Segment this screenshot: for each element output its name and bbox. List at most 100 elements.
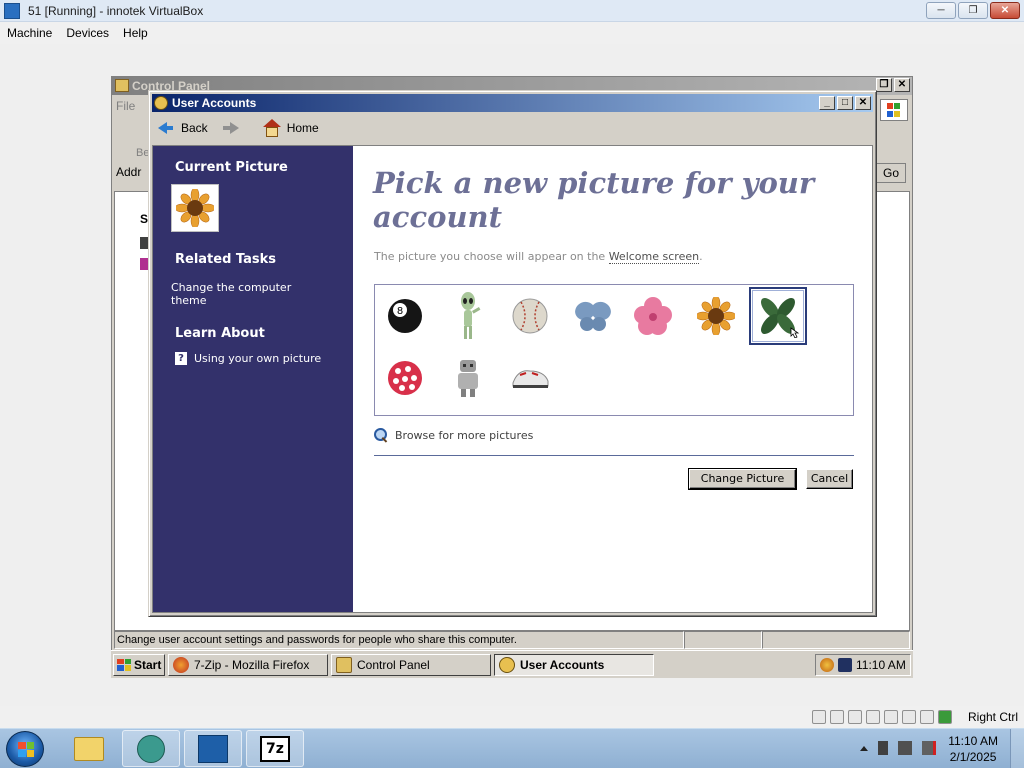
- forward-arrow-icon[interactable]: [222, 122, 239, 134]
- vbox-statusbar: Right Ctrl: [0, 706, 1024, 728]
- virtualbox-icon: [4, 2, 20, 19]
- taskbar-7zip[interactable]: 7z: [246, 730, 304, 767]
- volume-muted-icon[interactable]: [922, 741, 936, 755]
- system-clock[interactable]: 11:10 AM 2/1/2025: [948, 733, 998, 765]
- network-icon[interactable]: [898, 741, 912, 755]
- taskbar-user-accounts[interactable]: User Accounts: [494, 653, 654, 676]
- sneaker-icon: [512, 370, 549, 388]
- cp-go-button[interactable]: Go: [876, 163, 906, 183]
- network-tray-icon[interactable]: [838, 658, 852, 672]
- welcome-screen-link[interactable]: Welcome screen: [608, 250, 700, 264]
- control-panel-icon: [115, 79, 129, 92]
- ua-body: Current Picture Related Tasks Change the…: [152, 145, 873, 613]
- floppy-status-icon[interactable]: [848, 710, 862, 724]
- ua-sidebar: Current Picture Related Tasks Change the…: [153, 146, 353, 612]
- windows-flag-icon: [117, 658, 131, 671]
- action-center-flag-icon[interactable]: [878, 741, 888, 755]
- picture-flower[interactable]: [624, 287, 682, 345]
- cd-status-icon[interactable]: [830, 710, 844, 724]
- sevenzip-icon: 7z: [260, 735, 290, 762]
- user-accounts-icon: [499, 656, 515, 673]
- cp-status-seg: [762, 631, 910, 649]
- ua-maximize-button[interactable]: □: [837, 96, 853, 110]
- using-own-picture-link[interactable]: ? Using your own picture: [175, 352, 321, 365]
- dragon-icon: [137, 734, 165, 763]
- page-heading: Pick a new picture for your account: [373, 166, 815, 234]
- virtualbox-icon: [198, 734, 228, 763]
- svg-text:8: 8: [397, 306, 403, 317]
- search-tray-icon[interactable]: [820, 658, 834, 672]
- user-accounts-window: User Accounts _ □ ✕ Back Home Current Pi…: [148, 90, 877, 617]
- restore-button[interactable]: ❐: [958, 2, 988, 19]
- firefox-icon: [173, 656, 189, 673]
- vbox-title-bar: 51 [Running] - innotek VirtualBox ─ ❐ ✕: [0, 0, 1024, 22]
- cp-restore-button[interactable]: ❐: [876, 78, 892, 92]
- folder-icon: [74, 736, 104, 761]
- change-picture-button[interactable]: Change Picture: [688, 468, 797, 490]
- current-picture-heading: Current Picture: [175, 160, 288, 175]
- host-key-icon[interactable]: [938, 710, 952, 724]
- guest-tray: 11:10 AM: [815, 654, 911, 676]
- start-button[interactable]: Start: [113, 653, 165, 676]
- leaves-icon: [761, 298, 800, 338]
- taskbar-dragon-app[interactable]: [122, 730, 180, 767]
- shared-folder-status-icon[interactable]: [902, 710, 916, 724]
- back-button[interactable]: Back: [158, 121, 208, 135]
- help-icon: ?: [175, 352, 187, 365]
- picture-robot[interactable]: [439, 349, 497, 407]
- menu-help[interactable]: Help: [116, 26, 155, 40]
- taskbar-control-panel[interactable]: Control Panel: [331, 653, 491, 676]
- user-accounts-titlebar[interactable]: User Accounts _ □ ✕: [152, 94, 873, 112]
- mouse-integration-icon[interactable]: [920, 710, 934, 724]
- cp-address-label: Addr: [116, 165, 142, 179]
- ua-close-button[interactable]: ✕: [855, 96, 871, 110]
- windows-flag-icon: [18, 742, 34, 757]
- separator: [374, 455, 854, 456]
- picture-sunflower[interactable]: [687, 287, 745, 345]
- usb-status-icon[interactable]: [884, 710, 898, 724]
- vbox-menubar: Machine Devices Help: [0, 22, 1024, 44]
- cp-content-fragment: S: [140, 212, 149, 226]
- system-tray: [860, 741, 936, 755]
- eight-ball-icon: 8: [388, 299, 422, 333]
- picture-leaves[interactable]: [749, 287, 807, 345]
- picture-mushroom[interactable]: [376, 349, 434, 407]
- picture-alien[interactable]: [439, 287, 497, 345]
- user-accounts-title: User Accounts: [172, 96, 257, 110]
- picture-baseball[interactable]: [501, 287, 559, 345]
- show-hidden-icons[interactable]: [860, 745, 868, 751]
- network-status-icon[interactable]: [866, 710, 880, 724]
- learn-about-heading: Learn About: [175, 326, 265, 341]
- cp-menu-file[interactable]: File: [116, 99, 135, 117]
- baseball-icon: [512, 298, 548, 334]
- ua-minimize-button[interactable]: _: [819, 96, 835, 110]
- menu-machine[interactable]: Machine: [0, 26, 59, 40]
- home-button[interactable]: Home: [262, 119, 319, 137]
- cp-status-seg: [684, 631, 762, 649]
- picture-butterfly[interactable]: [564, 287, 622, 345]
- close-button[interactable]: ✕: [990, 2, 1020, 19]
- robot-icon: [458, 360, 478, 397]
- taskbar-firefox[interactable]: 7-Zip - Mozilla Firefox: [168, 653, 328, 676]
- taskbar-explorer[interactable]: [60, 730, 118, 767]
- cp-statusbar: Change user account settings and passwor…: [114, 631, 910, 649]
- browse-pictures-link[interactable]: Browse for more pictures: [374, 428, 533, 442]
- change-theme-link[interactable]: Change the computer theme: [171, 281, 301, 307]
- cancel-button[interactable]: Cancel: [806, 469, 853, 489]
- menu-devices[interactable]: Devices: [59, 26, 116, 40]
- minimize-button[interactable]: ─: [926, 2, 956, 19]
- show-desktop-button[interactable]: [1010, 729, 1024, 768]
- guest-clock[interactable]: 11:10 AM: [856, 658, 906, 672]
- hdd-status-icon[interactable]: [812, 710, 826, 724]
- sunflower-icon: [176, 189, 214, 227]
- picture-sneaker[interactable]: [501, 349, 559, 407]
- ua-navbar: Back Home: [152, 112, 873, 144]
- taskbar-virtualbox[interactable]: [184, 730, 242, 767]
- picture-8-ball[interactable]: 8: [376, 287, 434, 345]
- guest-taskbar: Start 7-Zip - Mozilla Firefox Control Pa…: [111, 650, 913, 678]
- start-orb[interactable]: [6, 731, 44, 767]
- cp-close-button[interactable]: ✕: [894, 78, 910, 92]
- back-arrow-icon: [158, 122, 173, 134]
- windows-logo-icon: [880, 99, 908, 121]
- picture-list: 8: [374, 284, 854, 416]
